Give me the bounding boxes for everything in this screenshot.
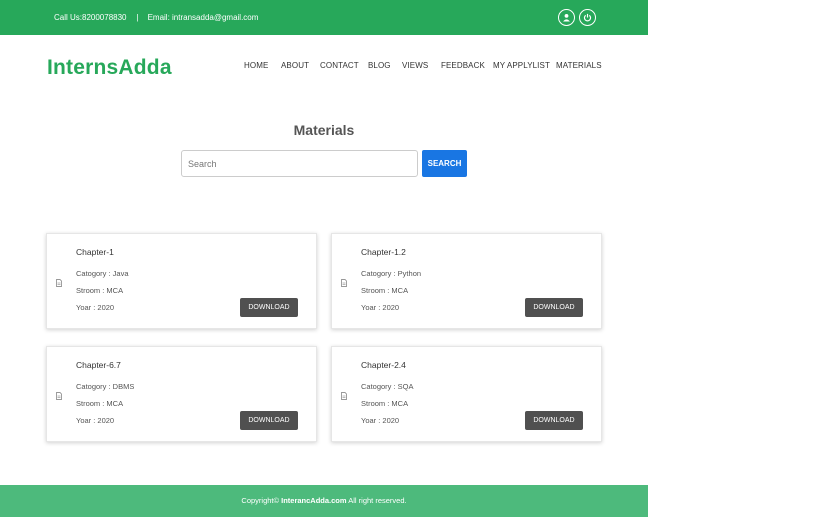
nav-about[interactable]: ABOUT	[281, 61, 309, 70]
material-card: Chapter-2.4 Catogory : SQA Stroom : MCA …	[331, 346, 602, 442]
card-category: Catogory : DBMS	[76, 382, 135, 391]
card-stream: Stroom : MCA	[76, 399, 124, 408]
card-title: Chapter-1	[76, 247, 114, 257]
footer-brand-link[interactable]: InterancAdda.com	[281, 496, 346, 505]
copyright-prefix: Copyright©	[241, 496, 280, 505]
card-stream: Stroom : MCA	[76, 286, 124, 295]
nav-home[interactable]: HOME	[244, 61, 268, 70]
nav-materials[interactable]: MATERIALS	[556, 61, 602, 70]
contact-info: Call Us:8200078830 | Email: intransadda@gm…	[54, 13, 258, 22]
phone-text: Call Us:8200078830	[54, 13, 127, 22]
nav-views[interactable]: VIEWS	[402, 61, 428, 70]
material-card: Chapter-1.2 Catogory : Python Stroom : M…	[331, 233, 602, 329]
material-card: Chapter-6.7 Catogory : DBMS Stroom : MCA…	[46, 346, 317, 442]
card-year: Yoar : 2020	[361, 303, 400, 312]
search-button[interactable]: SEARCH	[422, 150, 467, 177]
power-icon[interactable]	[579, 9, 596, 26]
document-icon	[56, 279, 62, 287]
download-button[interactable]: DOWNLOAD	[240, 298, 298, 317]
material-card: Chapter-1 Catogory : Java Stroom : MCA Y…	[46, 233, 317, 329]
nav-blog[interactable]: BLOG	[368, 61, 391, 70]
card-title: Chapter-6.7	[76, 360, 121, 370]
document-icon	[56, 392, 62, 400]
download-button[interactable]: DOWNLOAD	[525, 298, 583, 317]
document-icon	[341, 392, 347, 400]
card-category: Catogory : SQA	[361, 382, 414, 391]
search-input[interactable]	[181, 150, 418, 177]
nav-contact[interactable]: CONTACT	[320, 61, 359, 70]
card-year: Yoar : 2020	[76, 416, 115, 425]
main-nav: HOME ABOUT CONTACT BLOG VIEWS FEEDBACK M…	[0, 61, 648, 73]
download-button[interactable]: DOWNLOAD	[240, 411, 298, 430]
card-category: Catogory : Java	[76, 269, 129, 278]
footer: Copyright© InterancAdda.com All right re…	[0, 485, 648, 517]
card-stream: Stroom : MCA	[361, 286, 409, 295]
separator: |	[136, 13, 139, 22]
card-category: Catogory : Python	[361, 269, 422, 278]
top-bar: Call Us:8200078830 | Email: intransadda@gm…	[0, 0, 648, 35]
page-title: Materials	[293, 122, 355, 138]
document-icon	[341, 279, 347, 287]
card-year: Yoar : 2020	[76, 303, 115, 312]
nav-my-applylist[interactable]: MY APPLYLIST	[493, 61, 550, 70]
email-text: Email: intransadda@gmail.com	[147, 13, 259, 22]
nav-feedback[interactable]: FEEDBACK	[441, 61, 485, 70]
copyright-suffix: All right reserved.	[348, 496, 407, 505]
user-icon[interactable]	[558, 9, 575, 26]
card-year: Yoar : 2020	[361, 416, 400, 425]
download-button[interactable]: DOWNLOAD	[525, 411, 583, 430]
card-title: Chapter-2.4	[361, 360, 406, 370]
card-title: Chapter-1.2	[361, 247, 406, 257]
card-stream: Stroom : MCA	[361, 399, 409, 408]
